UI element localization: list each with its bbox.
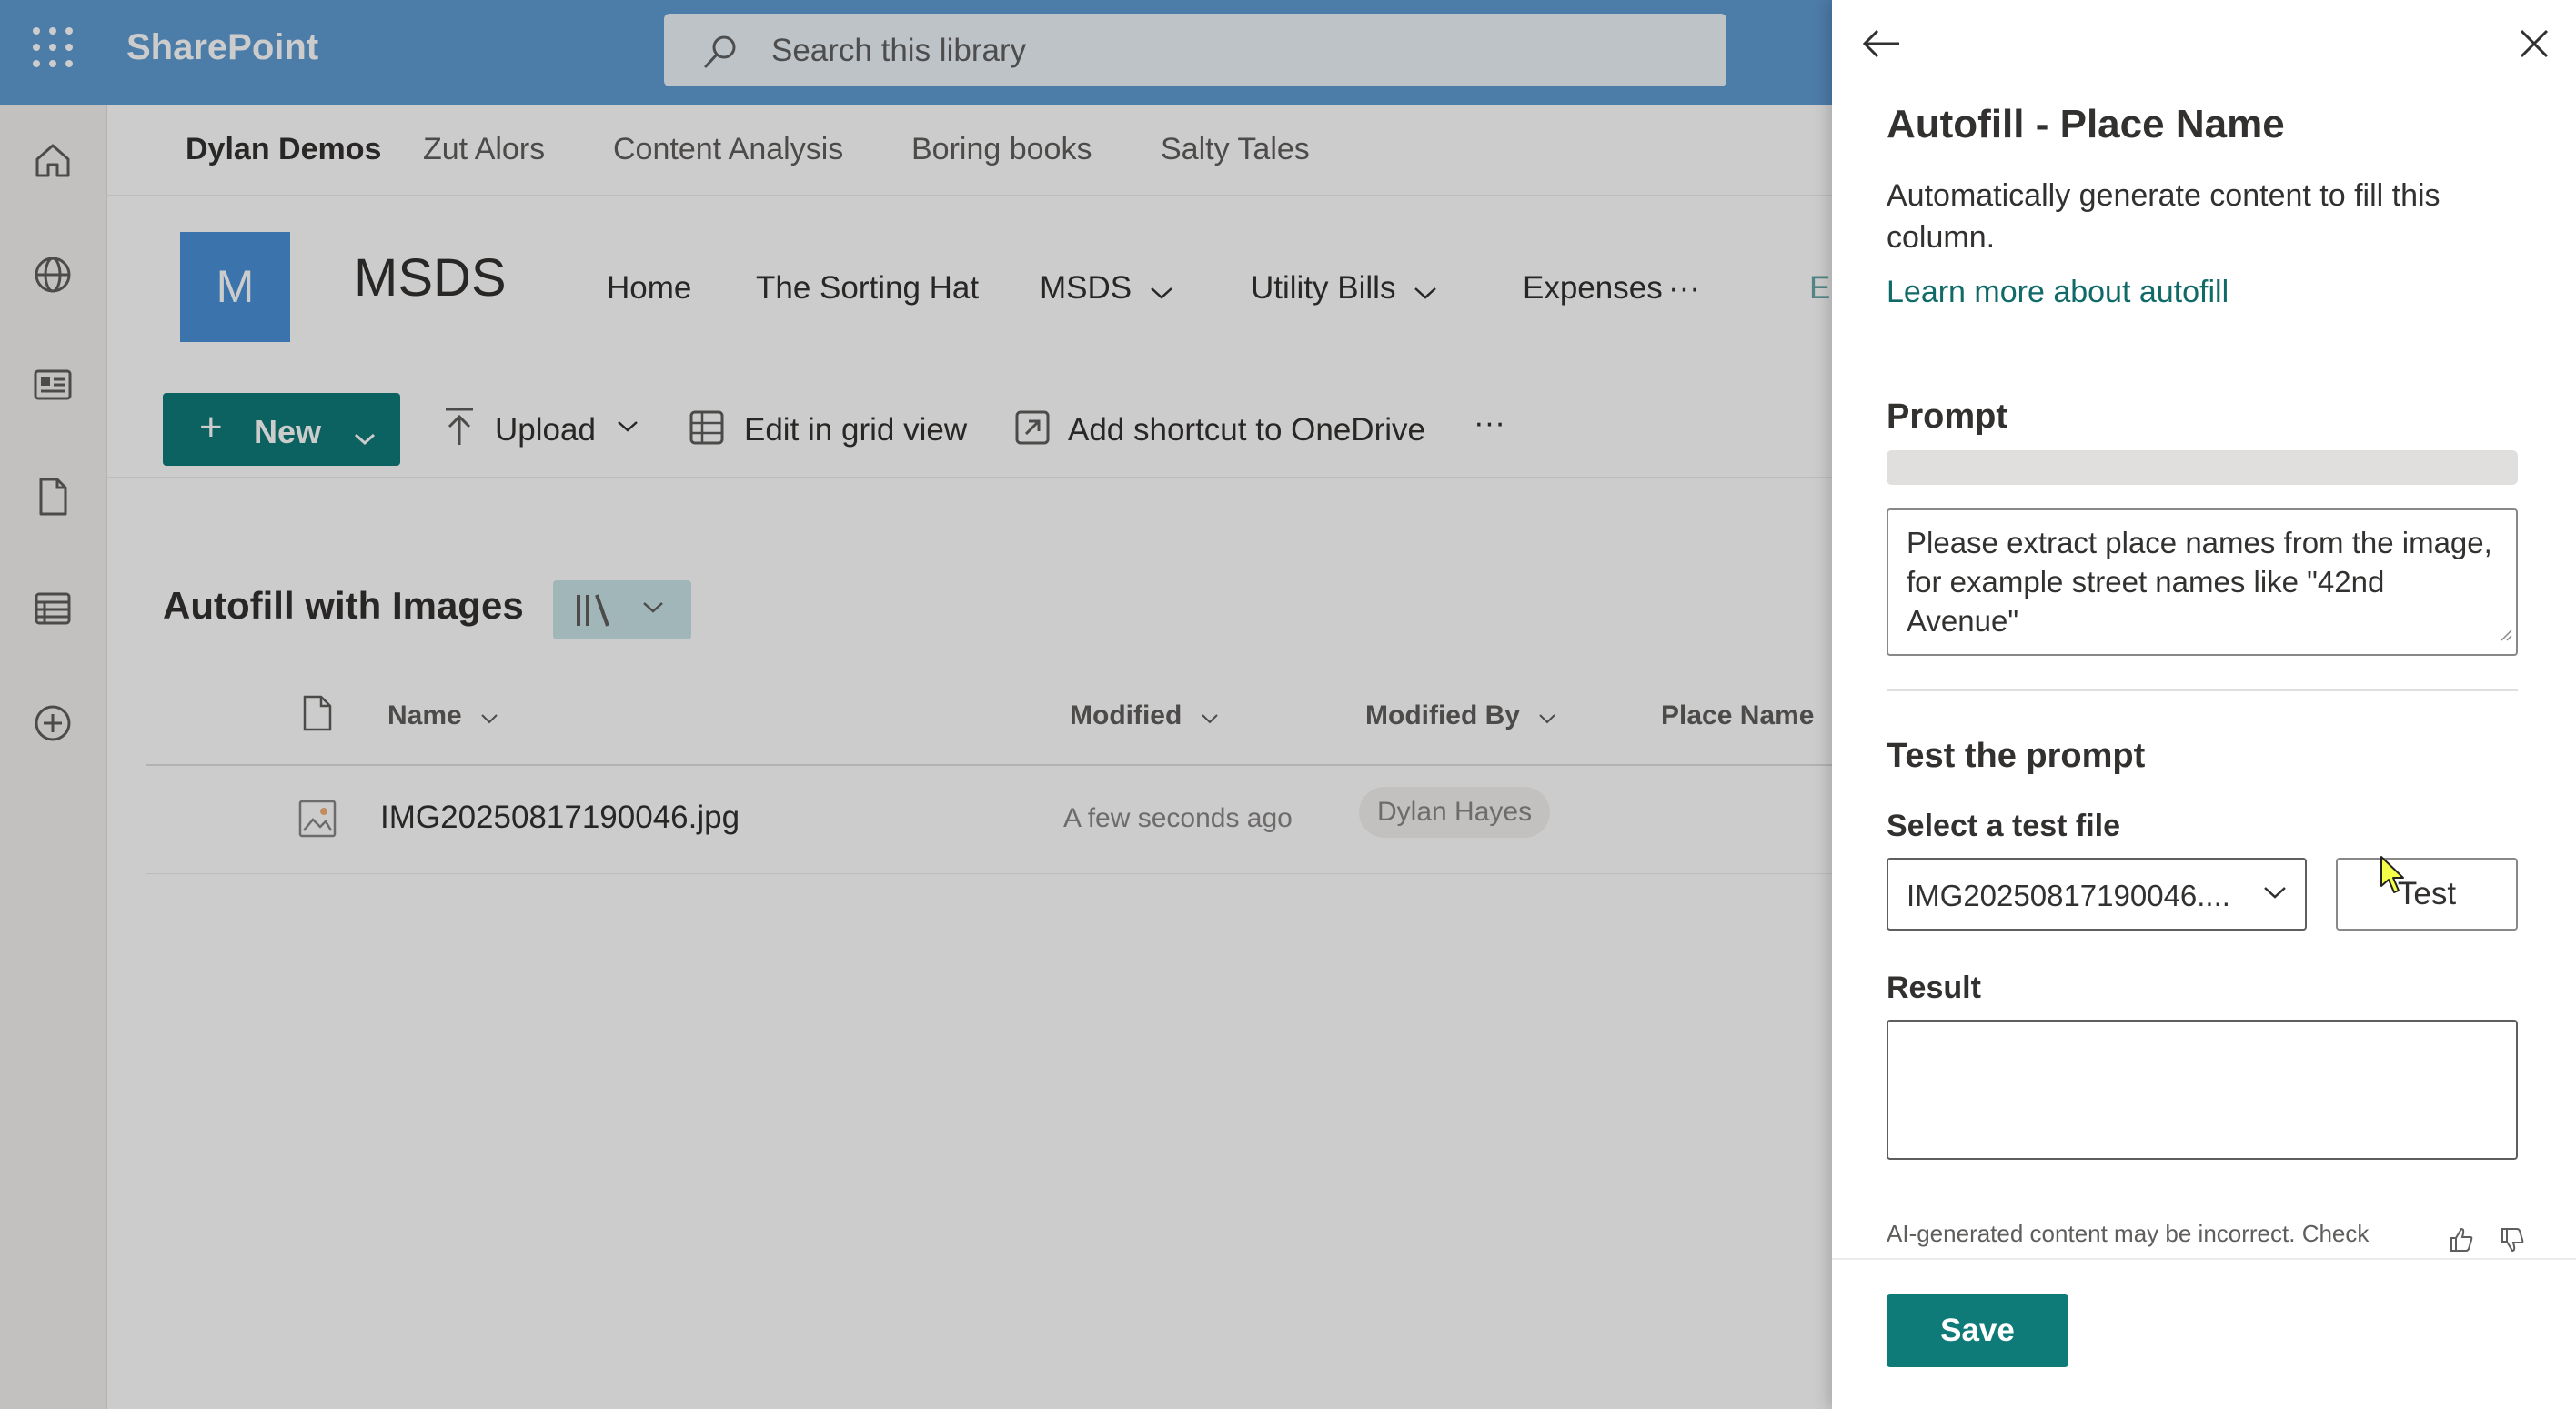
test-file-dropdown[interactable]: IMG20250817190046.... [1887,858,2307,931]
autofill-panel: Autofill - Place Name Automatically gene… [1832,0,2576,1409]
footer-divider [1832,1258,2576,1260]
prompt-text: Please extract place names from the imag… [1907,526,2492,638]
modal-overlay[interactable] [0,0,1832,1409]
result-output [1887,1020,2518,1160]
mouse-cursor-icon [2380,855,2407,900]
chevron-down-icon [2263,885,2287,904]
prompt-textarea[interactable]: Please extract place names from the imag… [1887,508,2518,656]
panel-title: Autofill - Place Name [1887,102,2285,146]
panel-description: Automatically generate content to fill t… [1887,178,2440,255]
result-label: Result [1887,971,1981,1005]
prompt-toolbar-placeholder [1887,450,2518,485]
test-button[interactable]: Test [2336,858,2518,931]
learn-more-link[interactable]: Learn more about autofill [1887,275,2229,310]
thumbs-up-icon[interactable] [2448,1226,2475,1258]
prompt-heading: Prompt [1887,398,2007,436]
section-divider [1887,689,2518,691]
selected-file-value: IMG20250817190046.... [1907,879,2230,912]
ai-disclaimer: AI-generated content may be incorrect. C… [1887,1220,2370,1247]
resize-handle-icon[interactable] [2498,611,2512,650]
test-prompt-heading: Test the prompt [1887,737,2146,775]
thumbs-down-icon[interactable] [2499,1226,2526,1258]
select-test-file-label: Select a test file [1887,809,2121,843]
save-button[interactable]: Save [1887,1294,2068,1367]
back-arrow-icon[interactable] [1861,27,1903,65]
close-icon[interactable] [2518,27,2551,65]
